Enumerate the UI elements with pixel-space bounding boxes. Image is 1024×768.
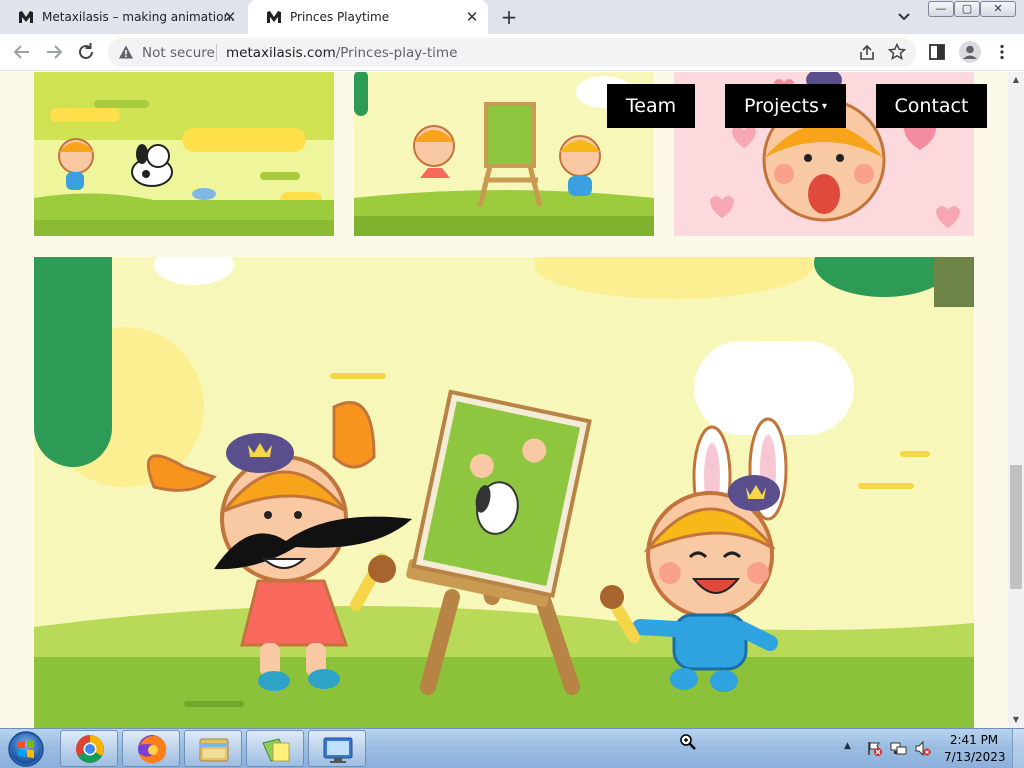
address-bar-divider xyxy=(216,44,217,61)
chrome-icon xyxy=(76,735,104,763)
side-panel-icon[interactable] xyxy=(928,43,946,61)
window-minimize-button[interactable]: — xyxy=(928,1,954,17)
security-status-label[interactable]: Not secure xyxy=(142,45,215,61)
volume-muted-icon[interactable] xyxy=(914,740,931,757)
windows-taskbar: ▲ 2:41 PM 7/13/2023 xyxy=(0,728,1024,768)
site-favicon-icon xyxy=(267,11,281,23)
clock-time[interactable]: 2:41 PM xyxy=(944,733,1004,747)
address-bar[interactable]: Not secure metaxilasis.com/Princes-play-… xyxy=(108,38,916,67)
tab-title: Princes Playtime xyxy=(290,10,390,24)
explorer-icon xyxy=(199,738,229,762)
tab-title: Metaxilasis – making animation. xyxy=(42,10,235,24)
network-icon[interactable] xyxy=(890,740,907,757)
nav-projects-label: Projects xyxy=(744,95,819,117)
firefox-icon xyxy=(138,735,167,763)
kebab-menu-icon[interactable] xyxy=(993,43,1011,61)
taskbar-chrome-button[interactable] xyxy=(60,730,118,767)
share-icon[interactable] xyxy=(858,44,876,62)
taskbar-firefox-button[interactable] xyxy=(122,730,180,767)
scrollbar-thumb[interactable] xyxy=(1010,465,1022,589)
tab-metaxilasis[interactable]: Metaxilasis – making animation. ✕ xyxy=(0,0,246,34)
forward-arrow-icon[interactable] xyxy=(42,40,66,64)
tab-close-icon[interactable]: ✕ xyxy=(464,9,480,25)
scroll-down-arrow-icon[interactable]: ▼ xyxy=(1008,712,1024,728)
window-close-button[interactable]: ✕ xyxy=(980,1,1016,17)
hero-illustration xyxy=(34,257,974,728)
zoom-cursor-icon xyxy=(680,734,696,750)
clock-date[interactable]: 7/13/2023 xyxy=(944,750,1006,764)
tab-close-icon[interactable]: ✕ xyxy=(222,9,238,25)
new-tab-button[interactable]: + xyxy=(498,6,520,28)
profile-avatar-icon[interactable] xyxy=(959,41,981,63)
nav-team-link[interactable]: Team xyxy=(607,84,695,128)
vertical-scrollbar[interactable]: ▲ ▼ xyxy=(1008,72,1024,728)
remote-desktop-icon xyxy=(323,737,353,763)
action-center-flag-icon[interactable] xyxy=(866,740,883,757)
tab-search-chevron-icon[interactable] xyxy=(894,8,914,26)
scroll-up-arrow-icon[interactable]: ▲ xyxy=(1008,72,1024,88)
nav-contact-link[interactable]: Contact xyxy=(876,84,987,128)
site-favicon-icon xyxy=(19,11,33,23)
taskbar-explorer-button[interactable] xyxy=(184,730,242,767)
url-host: metaxilasis.com xyxy=(226,45,336,61)
url-text[interactable]: metaxilasis.com/Princes-play-time xyxy=(226,45,457,61)
gallery-thumbnail-girl-and-dog[interactable] xyxy=(34,72,334,236)
url-path: /Princes-play-time xyxy=(335,45,458,61)
browser-toolbar: Not secure metaxilasis.com/Princes-play-… xyxy=(0,34,1024,71)
page-viewport: Team Projects ▾ Contact xyxy=(0,72,1008,728)
show-desktop-button[interactable] xyxy=(1012,729,1024,768)
taskbar-files-button[interactable] xyxy=(246,730,304,767)
dropdown-caret-icon: ▾ xyxy=(821,100,827,112)
tab-princes-playtime[interactable]: Princes Playtime ✕ xyxy=(248,0,488,34)
back-arrow-icon[interactable] xyxy=(10,40,34,64)
start-button-windows-icon[interactable] xyxy=(4,730,48,768)
screen: Metaxilasis – making animation. ✕ Prince… xyxy=(0,0,1024,768)
bookmark-star-icon[interactable] xyxy=(888,43,906,61)
reload-icon[interactable] xyxy=(74,40,98,64)
nav-projects-dropdown[interactable]: Projects ▾ xyxy=(725,84,846,128)
window-maximize-button[interactable]: ▢ xyxy=(954,1,980,17)
taskbar-remote-desktop-button[interactable] xyxy=(308,730,366,767)
warning-triangle-icon[interactable] xyxy=(118,44,134,60)
tab-strip: Metaxilasis – making animation. ✕ Prince… xyxy=(0,0,1024,34)
files-icon xyxy=(262,738,290,762)
tray-expand-icon[interactable]: ▲ xyxy=(844,741,851,751)
